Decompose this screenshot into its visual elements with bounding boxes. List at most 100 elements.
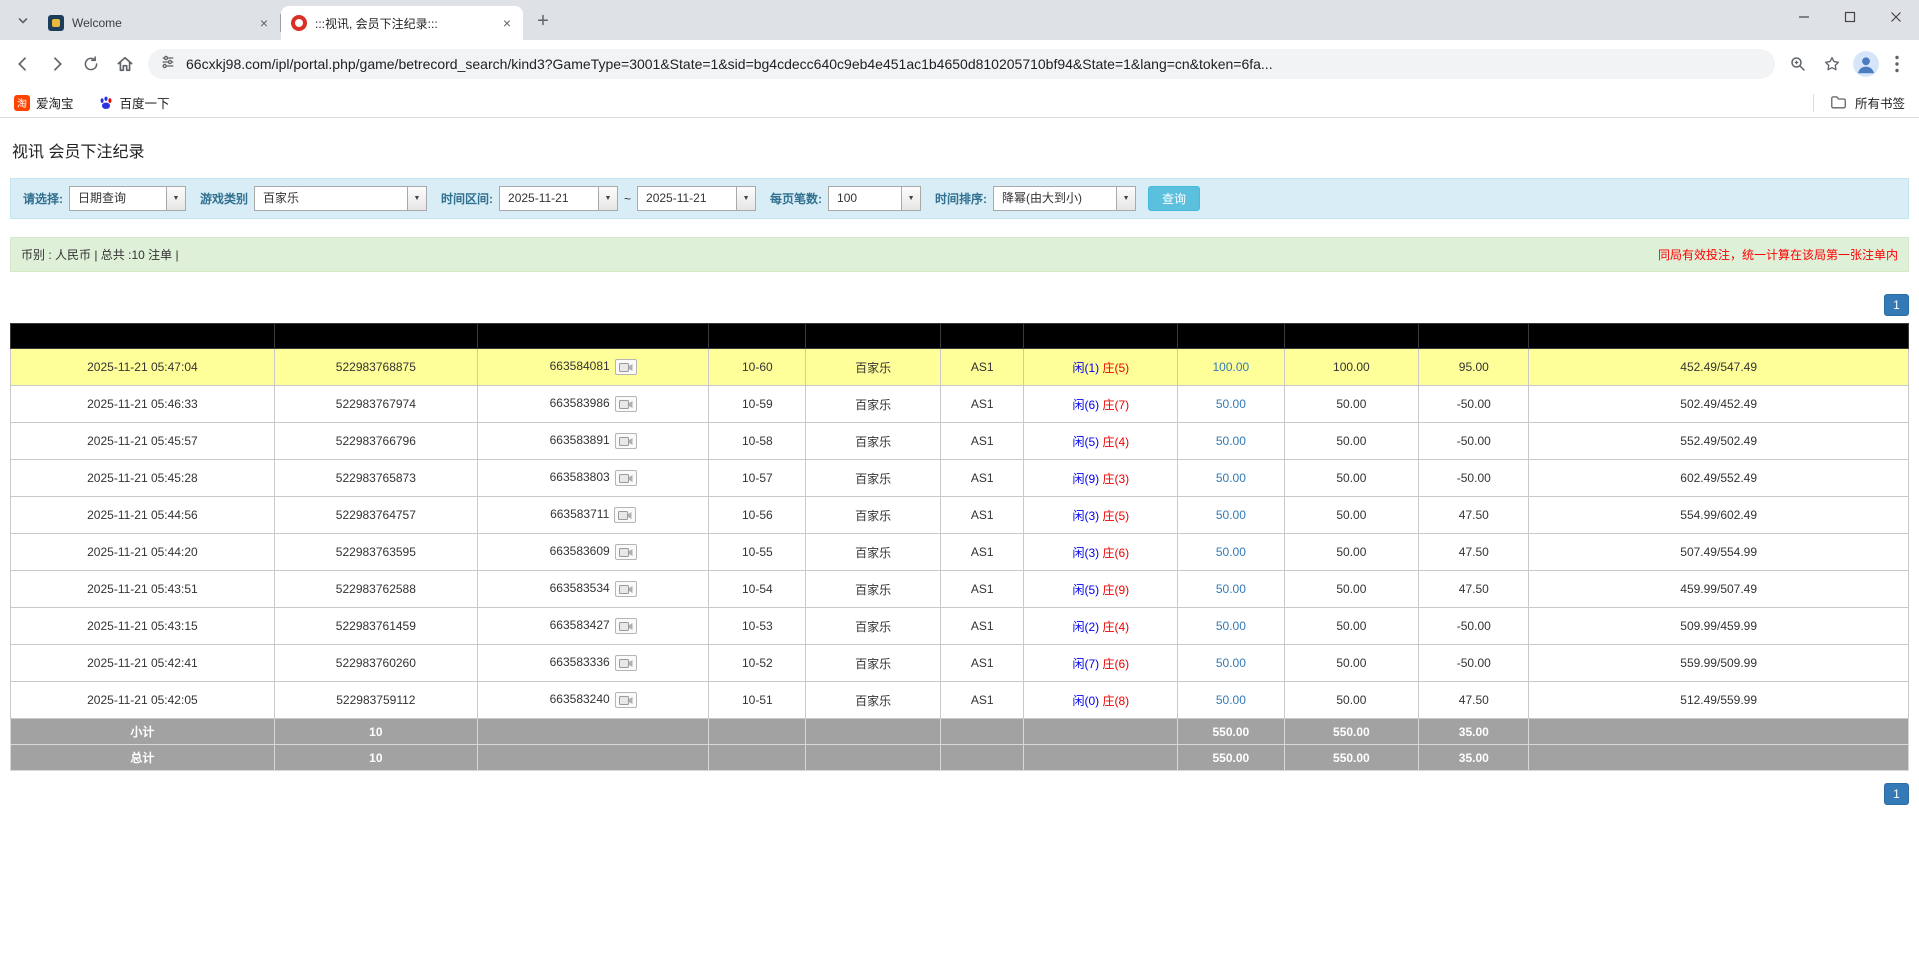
profile-avatar[interactable] — [1853, 51, 1879, 77]
footer-payout: 35.00 — [1419, 719, 1529, 745]
address-bar[interactable]: 66cxkj98.com/ipl/portal.php/game/betreco… — [148, 49, 1775, 79]
filter-label-date-range: 时间区间: — [441, 190, 493, 207]
table-row: 2025-11-21 05:45:57 522983766796 6635838… — [11, 423, 1909, 460]
filter-panel: 请选择: 日期查询 ▼ 游戏类别 百家乐 ▼ 时间区间: 2025-11-21 … — [10, 178, 1909, 219]
video-replay-icon[interactable] — [615, 655, 637, 671]
video-replay-icon[interactable] — [615, 433, 637, 449]
site-settings-tune-icon[interactable] — [160, 54, 176, 75]
cell-bet-id: 522983764757 — [274, 497, 477, 534]
forward-icon[interactable] — [40, 47, 74, 81]
page-number-button[interactable]: 1 — [1884, 783, 1909, 805]
pagination-bottom: 1 — [10, 783, 1909, 805]
cell-round-no: 663583336 — [477, 645, 709, 682]
maximize-button[interactable] — [1827, 0, 1873, 34]
bookmark-baidu[interactable]: 百度一下 — [98, 93, 170, 112]
video-replay-icon[interactable] — [615, 396, 637, 412]
total-bet-link[interactable]: 50.00 — [1216, 471, 1246, 485]
cell-time: 2025-11-21 05:44:20 — [11, 534, 275, 571]
home-icon[interactable] — [108, 47, 142, 81]
all-bookmarks-button[interactable]: 所有书签 — [1813, 93, 1905, 112]
total-bet-link[interactable]: 50.00 — [1216, 619, 1246, 633]
footer-empty-cell — [1024, 745, 1178, 771]
footer-valid-bet: 550.00 — [1284, 719, 1419, 745]
video-replay-icon[interactable] — [615, 470, 637, 486]
table-row: 2025-11-21 05:43:51 522983762588 6635835… — [11, 571, 1909, 608]
browser-menu-icon[interactable] — [1883, 50, 1911, 78]
cell-result: 闲(1) 庄(5) — [1024, 349, 1178, 386]
zoom-icon[interactable] — [1781, 47, 1815, 81]
game-type-select[interactable]: 百家乐 ▼ — [254, 186, 427, 211]
cell-bet-id: 522983766796 — [274, 423, 477, 460]
date-to-input[interactable]: 2025-11-21 ▼ — [637, 186, 756, 211]
footer-empty-cell — [806, 719, 941, 745]
welcome-tab-favicon-icon — [48, 15, 64, 31]
video-replay-icon[interactable] — [615, 692, 637, 708]
chevron-down-icon[interactable]: ▼ — [598, 187, 617, 210]
chevron-down-icon[interactable]: ▼ — [901, 187, 920, 210]
cell-valid-bet: 50.00 — [1284, 460, 1419, 497]
total-bet-link[interactable]: 100.00 — [1213, 360, 1250, 374]
video-replay-icon[interactable] — [615, 618, 637, 634]
cell-remark: 554.99/602.49 — [1529, 497, 1909, 534]
round-number: 663583711 — [550, 507, 609, 521]
chevron-down-icon[interactable]: ▼ — [736, 187, 755, 210]
page-number-button[interactable]: 1 — [1884, 294, 1909, 316]
query-type-select[interactable]: 日期查询 ▼ — [69, 186, 186, 211]
page-content: 视讯 会员下注纪录 请选择: 日期查询 ▼ 游戏类别 百家乐 ▼ 时间区间: 2… — [0, 118, 1919, 969]
total-bet-link[interactable]: 50.00 — [1216, 508, 1246, 522]
chevron-down-icon[interactable]: ▼ — [1116, 187, 1135, 210]
cell-valid-bet: 50.00 — [1284, 497, 1419, 534]
cell-round-no: 663583240 — [477, 682, 709, 719]
filter-label-game-type: 游戏类别 — [200, 190, 248, 207]
total-bet-link[interactable]: 50.00 — [1216, 693, 1246, 707]
divider — [1813, 94, 1814, 112]
close-button[interactable] — [1873, 0, 1919, 34]
cell-valid-bet: 50.00 — [1284, 386, 1419, 423]
tab-title: :::视讯, 会员下注纪录::: — [315, 15, 491, 32]
back-icon[interactable] — [6, 47, 40, 81]
banker-result: 庄(5) — [1103, 509, 1130, 523]
browser-tab-welcome[interactable]: Welcome × — [38, 6, 280, 40]
search-button[interactable]: 查询 — [1148, 186, 1200, 211]
table-row: 2025-11-21 05:42:41 522983760260 6635833… — [11, 645, 1909, 682]
table-row: 2025-11-21 05:45:28 522983765873 6635838… — [11, 460, 1909, 497]
per-page-select[interactable]: 100 ▼ — [828, 186, 921, 211]
video-replay-icon[interactable] — [614, 507, 636, 523]
cell-bet-id: 522983759112 — [274, 682, 477, 719]
cell-total-bet: 50.00 — [1178, 682, 1284, 719]
total-bet-link[interactable]: 50.00 — [1216, 434, 1246, 448]
tab-search-chevron-icon[interactable] — [10, 8, 36, 34]
video-replay-icon[interactable] — [615, 581, 637, 597]
video-replay-icon[interactable] — [615, 359, 637, 375]
video-replay-icon[interactable] — [615, 544, 637, 560]
banker-result: 庄(4) — [1103, 620, 1130, 634]
date-from-input[interactable]: 2025-11-21 ▼ — [499, 186, 618, 211]
column-header — [1529, 324, 1909, 349]
column-header — [274, 324, 477, 349]
bookmark-aitaobao[interactable]: 淘 爱淘宝 — [14, 93, 74, 112]
bookmarks-bar: 淘 爱淘宝 百度一下 所有书签 — [0, 88, 1919, 118]
chevron-down-icon[interactable]: ▼ — [166, 187, 185, 210]
round-number: 663583336 — [550, 655, 610, 669]
cell-time: 2025-11-21 05:45:57 — [11, 423, 275, 460]
reload-icon[interactable] — [74, 47, 108, 81]
browser-tab-bet-records[interactable]: :::视讯, 会员下注纪录::: × — [281, 6, 523, 40]
url-text[interactable]: 66cxkj98.com/ipl/portal.php/game/betreco… — [186, 56, 1763, 72]
bookmark-star-icon[interactable] — [1815, 47, 1849, 81]
total-bet-link[interactable]: 50.00 — [1216, 397, 1246, 411]
total-bet-link[interactable]: 50.00 — [1216, 656, 1246, 670]
total-bet-link[interactable]: 50.00 — [1216, 545, 1246, 559]
cell-time: 2025-11-21 05:42:41 — [11, 645, 275, 682]
minimize-button[interactable] — [1781, 0, 1827, 34]
total-bet-link[interactable]: 50.00 — [1216, 582, 1246, 596]
sort-order-select[interactable]: 降幂(由大到小) ▼ — [993, 186, 1136, 211]
cell-payout: 47.50 — [1419, 497, 1529, 534]
footer-empty-cell — [709, 719, 806, 745]
new-tab-button[interactable]: + — [529, 7, 557, 35]
tab-close-icon[interactable]: × — [499, 15, 515, 31]
tab-close-icon[interactable]: × — [256, 15, 272, 31]
bet-records-table: 2025-11-21 05:47:04 522983768875 6635840… — [10, 323, 1909, 771]
cell-total-bet: 50.00 — [1178, 386, 1284, 423]
navigation-bar: 66cxkj98.com/ipl/portal.php/game/betreco… — [0, 40, 1919, 88]
chevron-down-icon[interactable]: ▼ — [407, 187, 426, 210]
